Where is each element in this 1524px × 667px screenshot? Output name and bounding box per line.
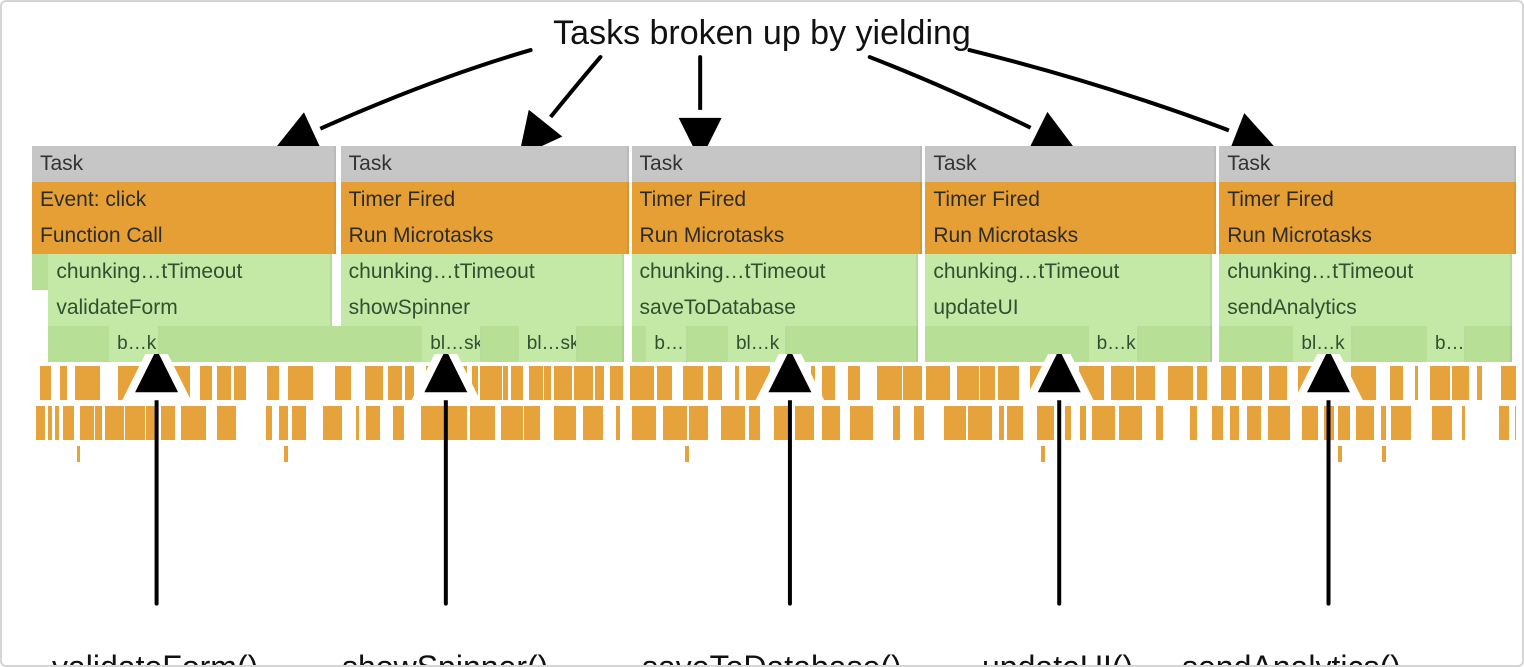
flame-bar: Timer Fired (341, 182, 629, 218)
row-sub: b…k bl…sk bl…sk b… bl…k b…k bl…k b… (32, 326, 1516, 362)
label-updateUI: updateUI() (982, 649, 1133, 667)
flame-bar: Timer Fired (632, 182, 923, 218)
flame-bar: chunking…tTimeout (632, 254, 918, 290)
micro-stripes (32, 366, 1516, 456)
flame-bar (925, 326, 1211, 362)
label-showSpinner: showSpinner() (342, 649, 548, 667)
row-chunk: chunking…tTimeoutchunking…tTimeoutchunki… (32, 254, 1516, 290)
flame-bar: bl…k (1293, 326, 1352, 362)
flame-bar (1219, 326, 1511, 362)
flame-bar: chunking…tTimeout (1219, 254, 1511, 290)
flame-bar: Task (1219, 146, 1516, 182)
flame-bar (341, 326, 624, 362)
flame-bar: Function Call (32, 218, 336, 254)
diagram-frame: Tasks broken up by yielding TaskTaskTask… (0, 0, 1524, 667)
row-task: TaskTaskTaskTaskTask (32, 146, 1516, 182)
flame-bar: Task (925, 146, 1216, 182)
flame-bar: Run Microtasks (925, 218, 1216, 254)
label-saveToDatabase: saveToDatabase() (642, 649, 902, 667)
flame-bar: validateForm (48, 290, 331, 326)
flame-bar: b… (646, 326, 688, 362)
flame-bar: Run Microtasks (1219, 218, 1516, 254)
flame-bar: b…k (109, 326, 159, 362)
flame-chart: TaskTaskTaskTaskTask Event: clickTimer F… (32, 146, 1516, 456)
row-fn: validateForm showSpinnersaveToDatabaseupd… (32, 290, 1516, 326)
label-sendAnalytics: sendAnalytics() (1182, 649, 1401, 667)
flame-bar: chunking…tTimeout (925, 254, 1211, 290)
flame-bar: chunking…tTimeout (48, 254, 331, 290)
flame-bar: sendAnalytics (1219, 290, 1511, 326)
row-call: Function CallRun MicrotasksRun Microtask… (32, 218, 1516, 254)
flame-bar: updateUI (925, 290, 1211, 326)
flame-bar (32, 254, 50, 290)
flame-bar: b…k (1089, 326, 1139, 362)
flame-bar: Task (32, 146, 336, 182)
diagram-title: Tasks broken up by yielding (2, 14, 1522, 53)
flame-bar: Timer Fired (925, 182, 1216, 218)
flame-bar: Task (341, 146, 629, 182)
flame-bar: bl…k (728, 326, 787, 362)
label-validateForm: validateForm() (52, 649, 258, 667)
flame-bar: bl…sk (519, 326, 578, 362)
flame-bar: Event: click (32, 182, 336, 218)
flame-bar: Task (632, 146, 923, 182)
flame-bar: b… (1427, 326, 1466, 362)
flame-bar (48, 326, 348, 362)
flame-bar: chunking…tTimeout (341, 254, 624, 290)
flame-bar: Run Microtasks (341, 218, 629, 254)
flame-bar: Run Microtasks (632, 218, 923, 254)
flame-bar: Timer Fired (1219, 182, 1516, 218)
flame-bar: saveToDatabase (632, 290, 918, 326)
flame-bar: showSpinner (341, 290, 624, 326)
row-event: Event: clickTimer FiredTimer FiredTimer … (32, 182, 1516, 218)
flame-bar: bl…sk (422, 326, 481, 362)
